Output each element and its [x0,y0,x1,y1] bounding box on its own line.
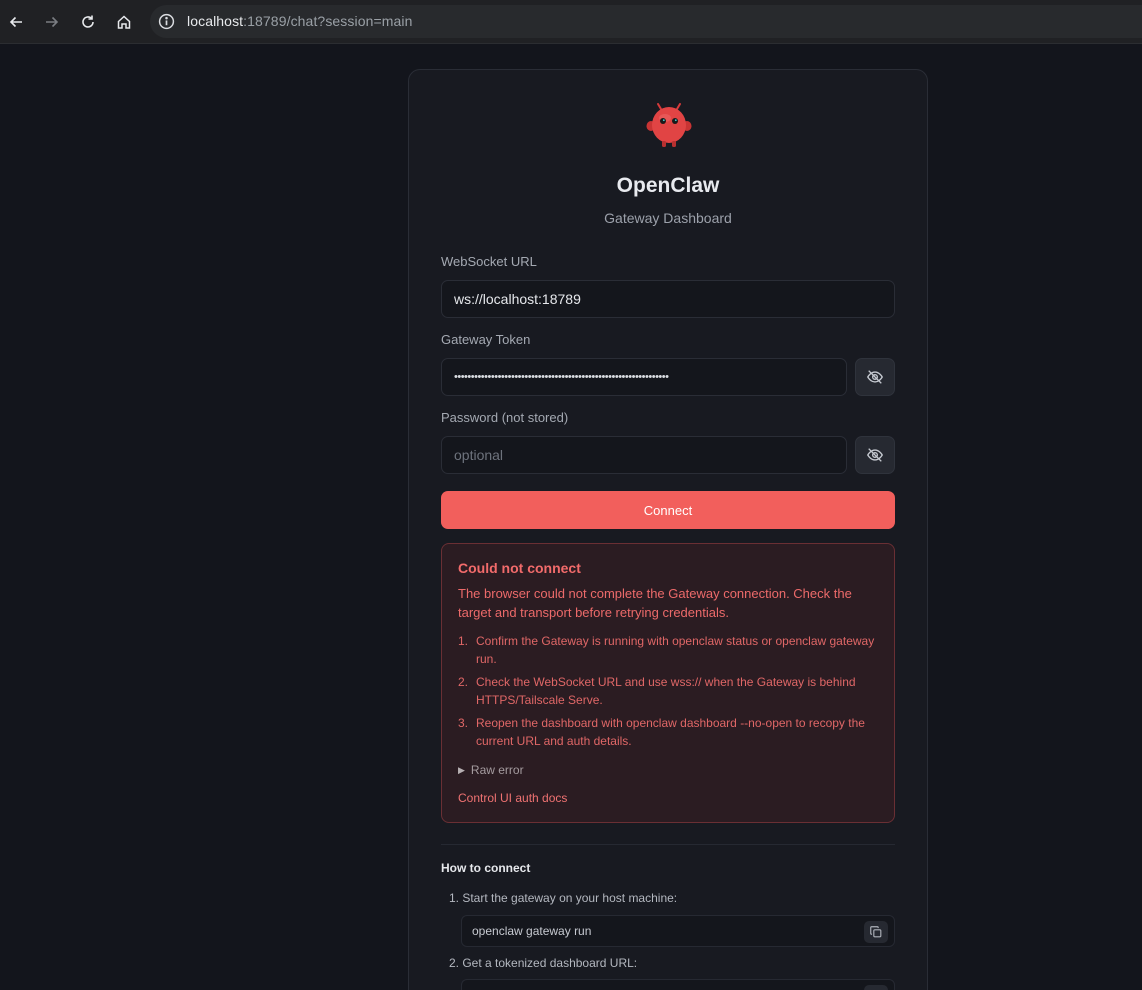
websocket-url-input[interactable]: ws://localhost:18789 [441,280,895,318]
reload-icon[interactable] [76,10,100,34]
caret-right-icon: ▶ [458,764,465,775]
url-path: :18789/chat?session=main [243,13,413,29]
error-title: Could not connect [458,560,581,576]
password-label: Password (not stored) [441,410,569,425]
raw-error-label: Raw error [470,763,524,777]
code-block: openclaw gateway run [461,915,895,947]
password-input[interactable]: optional [441,436,847,474]
brand-title: OpenClaw [616,174,720,197]
error-panel: Could not connect The browser could not … [441,543,895,823]
error-description: The browser could not complete the Gatew… [458,586,852,620]
url-text: localhost:18789/chat?session=main [187,13,413,29]
toggle-token-visibility-button[interactable] [855,358,895,396]
eye-off-icon [867,370,883,384]
step-number: 3. [458,716,469,730]
back-icon[interactable] [4,10,28,34]
auth-docs-link[interactable]: Control UI auth docs [458,791,567,805]
url-host: localhost [187,13,244,29]
how-to-connect-title: How to connect [441,861,531,875]
how-to-step-1: 1. Start the gateway on your host machin… [449,891,678,905]
error-steps: 1. Confirm the Gateway is running with op… [458,632,878,755]
address-bar[interactable]: localhost:18789/chat?session=main [150,5,1142,38]
list-item: 1. Confirm the Gateway is running with op… [458,632,878,668]
list-item: 3. Reopen the dashboard with openclaw das… [458,714,878,750]
connect-button[interactable]: Connect [441,491,895,529]
brand-subtitle: Gateway Dashboard [604,210,732,226]
code-text: openclaw gateway run [472,924,592,938]
divider [441,844,895,845]
eye-off-icon [867,448,883,462]
step-text: Confirm the Gateway is running with open… [476,634,875,666]
browser-toolbar: localhost:18789/chat?session=main [0,0,1142,44]
home-icon[interactable] [112,10,136,34]
code-block [461,979,895,990]
toggle-password-visibility-button[interactable] [855,436,895,474]
copy-button[interactable] [864,985,888,990]
forward-icon[interactable] [40,10,64,34]
step-number: 1. [458,634,469,648]
step-number: 2. [458,675,469,689]
step-text: Reopen the dashboard with openclaw dashb… [476,716,865,748]
step-text: Check the WebSocket URL and use wss:// w… [476,675,856,707]
raw-error-toggle[interactable]: ▶ Raw error [458,763,524,777]
info-icon[interactable] [158,13,175,30]
lobster-robot-logo [645,102,693,150]
list-item: 2. Check the WebSocket URL and use wss://… [458,673,878,709]
gateway-token-input[interactable]: ••••••••••••••••••••••••••••••••••••••••… [441,358,847,396]
gateway-token-label: Gateway Token [441,332,531,347]
how-to-step-2: 2. Get a tokenized dashboard URL: [449,956,638,970]
websocket-url-label: WebSocket URL [441,254,537,269]
connect-card: OpenClaw Gateway Dashboard WebSocket URL… [408,69,928,990]
copy-icon [870,926,882,938]
copy-button[interactable] [864,921,888,943]
